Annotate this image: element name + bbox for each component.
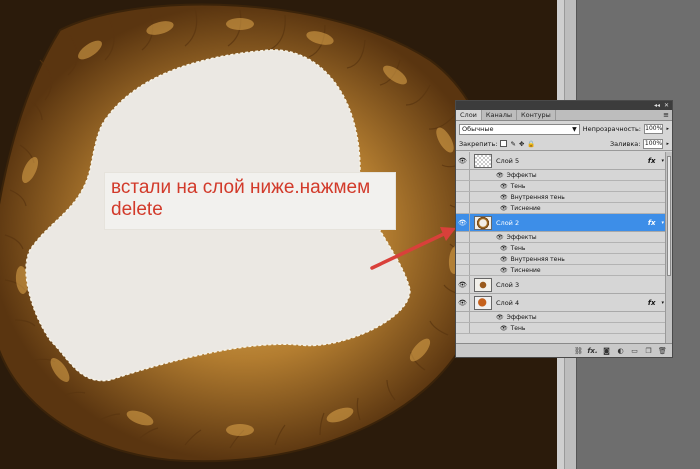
eye-icon[interactable]: 👁 (456, 294, 470, 311)
lock-position-icon[interactable]: ✥ (519, 140, 524, 148)
lock-label: Закрепить: (459, 139, 498, 148)
tab-paths[interactable]: Контуры (517, 110, 556, 120)
effect-item[interactable]: 👁 Внутренняя тень (456, 254, 667, 265)
panel-titlebar[interactable]: ◂◂ ✕ (456, 101, 672, 110)
panel-footer: ⛓ fx. ◙ ◐ ▭ ❐ 🗑 (456, 343, 672, 357)
layers-scrollbar[interactable] (665, 152, 672, 343)
eye-icon[interactable]: 👁 (500, 256, 508, 263)
close-icon[interactable]: ✕ (664, 102, 669, 109)
layer-name: Слой 5 (496, 156, 520, 165)
effect-label: Внутренняя тень (510, 193, 565, 201)
expand-icon[interactable]: ▾ (661, 300, 664, 306)
layer-thumbnail (474, 215, 492, 230)
effects-group[interactable]: 👁 Эффекты (456, 312, 667, 323)
fill-input[interactable]: 100% (643, 138, 664, 149)
expand-icon[interactable]: ▾ (661, 220, 664, 226)
add-style-icon[interactable]: fx. (587, 347, 597, 355)
layer-name: Слой 2 (496, 218, 520, 227)
effect-label: Тиснение (510, 266, 541, 274)
panel-menu-icon[interactable]: ≡ (663, 110, 672, 120)
effect-label: Тень (510, 244, 526, 252)
add-mask-icon[interactable]: ◙ (602, 347, 611, 355)
effect-label: Внутренняя тень (510, 255, 565, 263)
layer-thumbnail (474, 295, 492, 310)
fx-icon[interactable]: fx (648, 299, 656, 307)
effect-label: Тень (510, 324, 526, 332)
effect-item[interactable]: 👁 Тень (456, 323, 667, 334)
opacity-input[interactable]: 100% (643, 124, 664, 134)
lock-transparency-icon[interactable] (500, 140, 508, 147)
scrollbar-thumb[interactable] (667, 156, 671, 276)
eye-icon[interactable]: 👁 (500, 183, 508, 190)
layer-thumbnail (474, 277, 492, 292)
opacity-label: Непрозрачность: (582, 125, 641, 133)
eye-icon[interactable]: 👁 (500, 194, 508, 201)
effects-label: Эффекты (506, 313, 537, 321)
eye-icon[interactable]: 👁 (496, 314, 504, 321)
layer-row[interactable]: 👁 Слой 3 (456, 276, 667, 294)
effect-item[interactable]: 👁 Тень (456, 181, 667, 192)
blend-mode-value: Обычные (462, 124, 494, 133)
eye-icon[interactable]: 👁 (500, 267, 508, 274)
layers-panel: ◂◂ ✕ Слои Каналы Контуры ≡ Обычные ▼ Неп… (455, 100, 673, 358)
blend-mode-select[interactable]: Обычные ▼ (459, 123, 580, 135)
new-group-icon[interactable]: ▭ (630, 347, 639, 355)
tab-layers[interactable]: Слои (456, 110, 482, 120)
effects-label: Эффекты (506, 233, 537, 241)
fill-label: Заливка: (610, 139, 641, 148)
eye-icon[interactable]: 👁 (500, 245, 508, 252)
panel-tabs: Слои Каналы Контуры ≡ (456, 110, 672, 121)
effect-item[interactable]: 👁 Тень (456, 243, 667, 254)
lock-pixels-icon[interactable]: ✎ (510, 140, 515, 148)
eye-icon[interactable]: 👁 (500, 325, 508, 332)
tab-channels[interactable]: Каналы (482, 110, 518, 120)
effect-item[interactable]: 👁 Тиснение (456, 265, 667, 276)
fx-icon[interactable]: fx (648, 219, 656, 227)
layer-row[interactable]: 👁 Слой 5 fx ▾ (456, 152, 667, 170)
expand-icon[interactable]: ▾ (661, 158, 664, 164)
layer-name: Слой 4 (496, 298, 520, 307)
opacity-slider-icon[interactable]: ▸ (666, 126, 669, 132)
delete-layer-icon[interactable]: 🗑 (658, 347, 667, 355)
chevron-down-icon: ▼ (572, 125, 577, 133)
effect-label: Тиснение (510, 204, 541, 212)
layer-row[interactable]: 👁 Слой 4 fx ▾ (456, 294, 667, 312)
lock-all-icon[interactable]: 🔒 (527, 140, 535, 148)
annotation-line-1: встали на слой ниже.нажмем (111, 177, 371, 198)
layer-thumbnail (474, 153, 492, 168)
lock-row: Закрепить: ✎ ✥ 🔒 Заливка: 100% ▸ (456, 137, 672, 151)
layers-list: 👁 Слой 5 fx ▾ 👁 Эффекты 👁 Тень 👁 Внутрен… (456, 152, 667, 343)
fx-icon[interactable]: fx (648, 157, 656, 165)
annotation-note: встали на слой ниже.нажмем delete (104, 172, 396, 230)
eye-icon[interactable]: 👁 (500, 205, 508, 212)
effect-item[interactable]: 👁 Тиснение (456, 203, 667, 214)
link-layers-icon[interactable]: ⛓ (574, 347, 583, 355)
eye-icon[interactable]: 👁 (456, 152, 470, 169)
layer-row-selected[interactable]: 👁 Слой 2 fx ▾ (456, 214, 667, 232)
effects-group[interactable]: 👁 Эффекты (456, 232, 667, 243)
eye-icon[interactable]: 👁 (456, 276, 470, 293)
effect-label: Тень (510, 182, 526, 190)
layer-name: Слой 3 (496, 280, 520, 289)
annotation-line-2: delete (111, 199, 163, 220)
eye-icon[interactable]: 👁 (496, 234, 504, 241)
eye-icon[interactable]: 👁 (496, 172, 504, 179)
blend-row: Обычные ▼ Непрозрачность: 100% ▸ (456, 121, 672, 137)
adjustment-layer-icon[interactable]: ◐ (616, 347, 625, 355)
collapse-icon[interactable]: ◂◂ (654, 102, 660, 109)
fill-slider-icon[interactable]: ▸ (666, 141, 669, 147)
eye-icon[interactable]: 👁 (456, 214, 470, 231)
effect-item[interactable]: 👁 Внутренняя тень (456, 192, 667, 203)
effects-label: Эффекты (506, 171, 537, 179)
new-layer-icon[interactable]: ❐ (644, 347, 653, 355)
effects-group[interactable]: 👁 Эффекты (456, 170, 667, 181)
